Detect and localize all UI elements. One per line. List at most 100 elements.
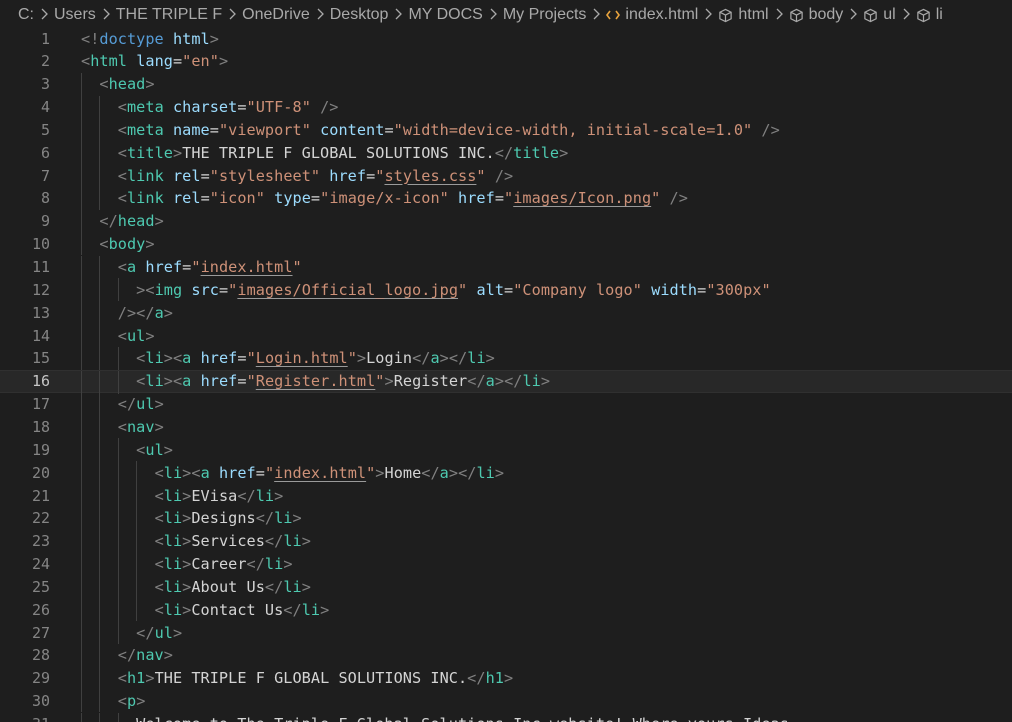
line-number: 27 xyxy=(31,623,50,642)
code-text: <meta charset="UTF-8" /> xyxy=(117,98,339,117)
chevron-right-icon xyxy=(902,7,910,24)
code-text: <link rel="stylesheet" href="styles.css"… xyxy=(117,166,514,185)
code-line[interactable]: 1 <!doctype html> xyxy=(0,27,1012,50)
code-text: <li>About Us</li> xyxy=(154,577,311,596)
line-number: 8 xyxy=(40,189,50,208)
code-line[interactable]: 23 <li>Services</li> xyxy=(0,529,1012,553)
breadcrumb-item-the-triple-f[interactable]: THE TRIPLE F xyxy=(116,6,222,24)
breadcrumb-item-body[interactable]: body xyxy=(789,6,843,24)
line-number: 12 xyxy=(31,280,50,299)
breadcrumb-item-li[interactable]: li xyxy=(916,6,943,24)
line-number: 28 xyxy=(31,646,50,665)
breadcrumb-label: Users xyxy=(54,6,96,23)
chevron-right-icon xyxy=(849,7,858,24)
code-line[interactable]: 24 <li>Career</li> xyxy=(0,552,1012,576)
line-number: 3 xyxy=(40,75,50,94)
breadcrumb-item-my-docs[interactable]: MY DOCS xyxy=(408,6,482,24)
code-line[interactable]: 8 <link rel="icon" type="image/x-icon" h… xyxy=(0,186,1012,210)
breadcrumb-item-html[interactable]: html xyxy=(718,6,769,24)
code-line[interactable]: 12 ><img src="images/Official_logo.jpg" … xyxy=(0,278,1012,302)
code-text: <h1>THE TRIPLE F GLOBAL SOLUTIONS INC.</… xyxy=(117,669,514,688)
code-line[interactable]: 22 <li>Designs</li> xyxy=(0,506,1012,530)
code-text: <p> xyxy=(117,692,146,711)
breadcrumb-item-c[interactable]: C: xyxy=(18,6,34,24)
code-line[interactable]: 31 Welcome to The Triple F Global Soluti… xyxy=(0,712,1012,722)
symbol-box-icon xyxy=(863,8,878,23)
code-line[interactable]: 27 </ul> xyxy=(0,621,1012,644)
html-file-icon xyxy=(606,9,621,21)
chevron-right-icon xyxy=(489,7,497,24)
line-number: 21 xyxy=(31,486,50,505)
code-line[interactable]: 10 <body> xyxy=(0,232,1012,256)
breadcrumb-item-users[interactable]: Users xyxy=(54,6,96,24)
breadcrumb-label: OneDrive xyxy=(242,6,310,23)
line-number: 9 xyxy=(40,212,50,231)
symbol-box-icon xyxy=(718,8,733,23)
code-text: <a href="index.html" xyxy=(117,258,302,276)
code-line[interactable]: 29 <h1>THE TRIPLE F GLOBAL SOLUTIONS INC… xyxy=(0,666,1012,690)
chevron-right-icon xyxy=(592,7,601,24)
code-line[interactable]: 19 <ul> xyxy=(0,438,1012,462)
code-line[interactable]: 5 <meta name="viewport" content="width=d… xyxy=(0,118,1012,142)
code-line[interactable]: 14 <ul> xyxy=(0,324,1012,347)
code-text: <!doctype html> xyxy=(81,29,219,48)
code-line[interactable]: 17 </ul> xyxy=(0,392,1012,416)
line-number: 31 xyxy=(0,715,50,722)
line-number: 29 xyxy=(31,669,50,688)
breadcrumb-label: index.html xyxy=(625,6,699,23)
code-text: <nav> xyxy=(117,417,164,436)
code-text: <ul> xyxy=(136,440,173,459)
breadcrumb-item-ul[interactable]: ul xyxy=(863,6,896,24)
code-editor[interactable]: 1 <!doctype html> 2 <html lang="en"> 3 <head… xyxy=(0,27,1012,722)
breadcrumb-label: Desktop xyxy=(329,6,389,23)
code-line[interactable]: 11 <a href="index.html" xyxy=(0,255,1012,279)
line-number: 10 xyxy=(31,235,50,254)
code-line[interactable]: 21 <li>EVisa</li> xyxy=(0,484,1012,507)
line-number: 23 xyxy=(31,532,50,551)
breadcrumb-label: li xyxy=(935,6,943,23)
breadcrumb-item-desktop[interactable]: Desktop xyxy=(330,6,389,24)
code-line[interactable]: 13 /></a> xyxy=(0,301,1012,325)
code-line[interactable]: 9 </head> xyxy=(0,209,1012,233)
code-line[interactable]: 6 <title>THE TRIPLE F GLOBAL SOLUTIONS I… xyxy=(0,141,1012,165)
code-line[interactable]: 15 <li><a href="Login.html">Login</a></l… xyxy=(0,346,1012,370)
breadcrumb-label: ul xyxy=(883,6,896,23)
line-number: 24 xyxy=(31,555,50,574)
code-line[interactable]: 30 <p> xyxy=(0,689,1012,713)
code-text: <li>Designs</li> xyxy=(154,509,302,528)
chevron-right-icon xyxy=(102,7,110,24)
symbol-box-icon xyxy=(916,8,931,23)
code-text: <meta name="viewport" content="width=dev… xyxy=(117,120,780,139)
line-number: 15 xyxy=(31,349,50,368)
breadcrumb-item-my-projects[interactable]: My Projects xyxy=(503,6,587,24)
code-line[interactable]: 28 </nav> xyxy=(0,643,1012,667)
line-number: 16 xyxy=(31,372,50,391)
breadcrumb-item-index-html[interactable]: index.html xyxy=(606,6,698,24)
code-line[interactable]: 3 <head> xyxy=(0,72,1012,96)
breadcrumb-item-onedrive[interactable]: OneDrive xyxy=(242,6,310,24)
code-text: <li><a href="Login.html">Login</a></li> xyxy=(136,349,495,368)
breadcrumb-label: MY DOCS xyxy=(408,6,483,23)
code-line[interactable]: 18 <nav> xyxy=(0,415,1012,439)
code-text: </nav> xyxy=(117,646,173,665)
code-line[interactable]: 4 <meta charset="UTF-8" /> xyxy=(0,95,1012,119)
code-text: Welcome to The Triple F Global Solutions… xyxy=(81,715,789,722)
line-number: 25 xyxy=(31,577,50,596)
code-line[interactable]: 25 <li>About Us</li> xyxy=(0,575,1012,599)
code-text: /></a> xyxy=(117,303,173,322)
line-number: 4 xyxy=(40,98,50,117)
code-line[interactable]: 7 <link rel="stylesheet" href="styles.cs… xyxy=(0,164,1012,187)
code-line[interactable]: 20 <li><a href="index.html">Home</a></li… xyxy=(0,461,1012,484)
chevron-right-icon xyxy=(704,7,713,24)
code-text: <link rel="icon" type="image/x-icon" hre… xyxy=(117,189,688,208)
line-number: 13 xyxy=(31,303,50,322)
breadcrumb-label: My Projects xyxy=(502,6,587,23)
code-text: <html lang="en"> xyxy=(81,52,229,71)
code-line[interactable]: 16 <li><a href="Register.html">Register<… xyxy=(0,369,1012,394)
code-line[interactable]: 2 <html lang="en"> xyxy=(0,50,1012,73)
line-number: 17 xyxy=(31,395,50,414)
code-text: <body> xyxy=(99,235,155,254)
symbol-box-icon xyxy=(789,8,804,23)
code-line[interactable]: 26 <li>Contact Us</li> xyxy=(0,598,1012,622)
line-number: 19 xyxy=(31,440,50,459)
